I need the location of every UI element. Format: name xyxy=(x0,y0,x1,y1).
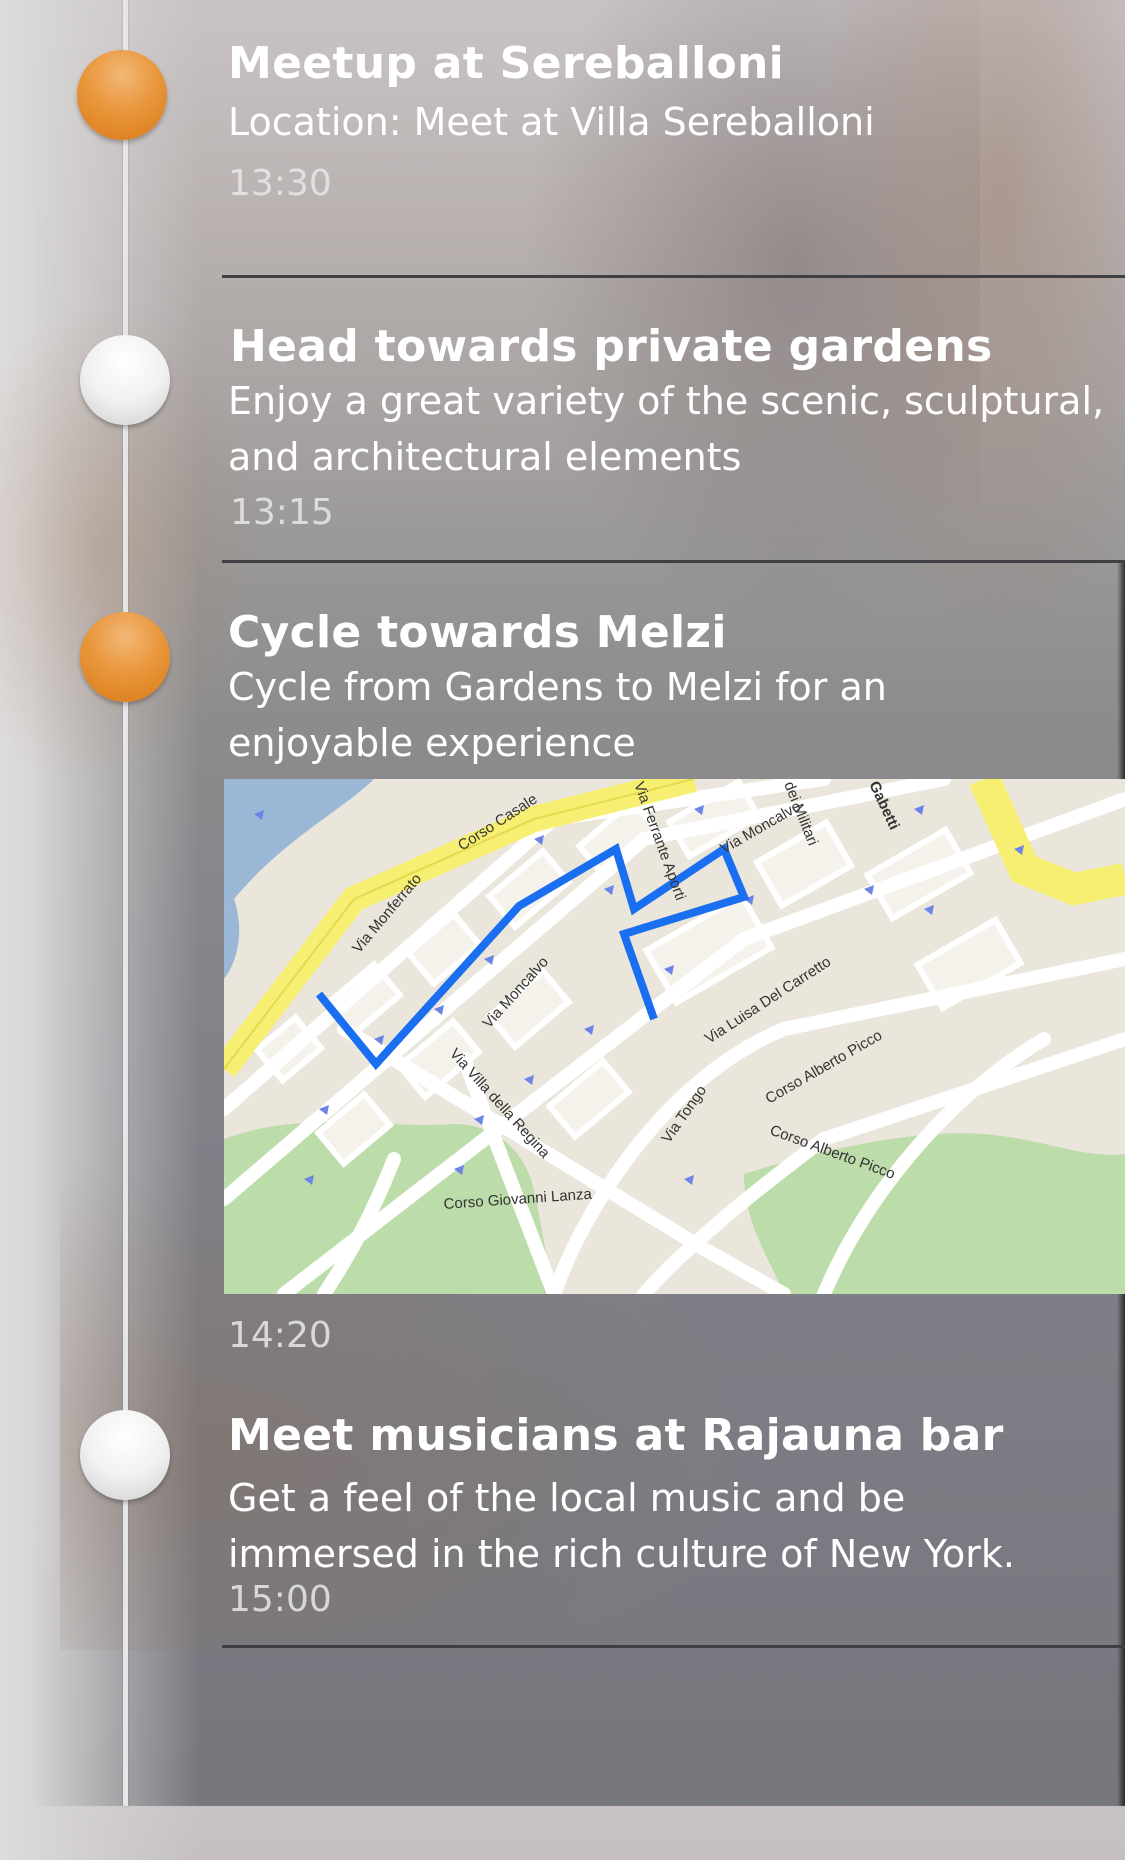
map-street-label: Corso Alberto Picco xyxy=(763,1027,886,1108)
event-description-line-2: enjoyable experience xyxy=(228,721,636,765)
timeline-event-cycle[interactable]: Cycle towards Melzi Cycle from Gardens t… xyxy=(228,607,1125,771)
map-graphic: Corso Casale Via Monferrato Via Moncalvo… xyxy=(224,779,1125,1294)
event-description: Location: Meet at Villa Sereballoni xyxy=(228,100,875,144)
event-time: 14:20 xyxy=(228,1315,332,1356)
timeline-event-gardens[interactable]: Head towards private gardens Enjoy a gre… xyxy=(228,321,1125,535)
timeline-line xyxy=(123,0,128,1806)
timeline-event-cycle-time: 14:20 xyxy=(228,1314,1125,1358)
event-time: 13:30 xyxy=(228,163,332,204)
route-map[interactable]: Corso Casale Via Monferrato Via Moncalvo… xyxy=(224,779,1125,1294)
event-title: Head towards private gardens xyxy=(230,321,993,372)
timeline-dot[interactable] xyxy=(80,1410,170,1500)
timeline-dot[interactable] xyxy=(80,335,170,425)
map-water xyxy=(224,899,240,979)
timeline-dot-highlighted[interactable] xyxy=(77,50,167,140)
event-description-line-1: Get a feel of the local music and be xyxy=(228,1476,906,1520)
event-description-line-2: immersed in the rich culture of New York… xyxy=(228,1532,1015,1576)
event-time: 13:15 xyxy=(230,492,334,533)
map-major-road xyxy=(969,779,1125,906)
event-divider xyxy=(222,275,1125,278)
timeline-event-meetup[interactable]: Meetup at Sereballoni Location: Meet at … xyxy=(228,38,1125,206)
event-time: 15:00 xyxy=(228,1579,332,1620)
event-title: Cycle towards Melzi xyxy=(228,607,727,658)
event-description-line-2: and architectural elements xyxy=(228,435,742,479)
timeline-dot-highlighted[interactable] xyxy=(80,612,170,702)
event-title: Meetup at Sereballoni xyxy=(228,38,785,89)
event-description-line-1: Cycle from Gardens to Melzi for an xyxy=(228,665,887,709)
timeline-event-musicians[interactable]: Meet musicians at Rajauna bar Get a feel… xyxy=(228,1410,1125,1622)
event-divider xyxy=(222,560,1125,563)
event-description-line-1: Enjoy a great variety of the scenic, scu… xyxy=(228,379,1105,423)
event-title: Meet musicians at Rajauna bar xyxy=(228,1410,1004,1461)
event-divider xyxy=(222,1645,1125,1648)
